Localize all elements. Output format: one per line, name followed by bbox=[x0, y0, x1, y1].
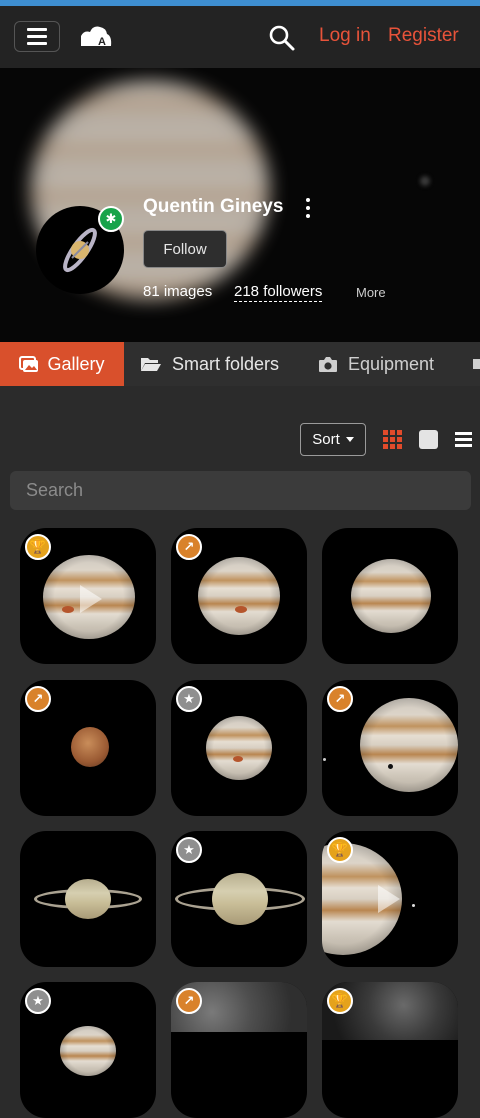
jupiter-image bbox=[351, 559, 431, 633]
top-pick-icon: ↗ bbox=[327, 686, 353, 712]
search-icon[interactable] bbox=[268, 24, 296, 52]
gallery-thumbnail[interactable]: 🏆 bbox=[20, 528, 156, 664]
saturn-image bbox=[65, 879, 111, 919]
mars-image bbox=[71, 727, 109, 767]
trophy-icon: 🏆 bbox=[327, 988, 353, 1014]
gallery-thumbnail[interactable]: ★ bbox=[171, 680, 307, 816]
great-red-spot bbox=[62, 606, 74, 613]
gallery-thumbnail[interactable] bbox=[20, 831, 156, 967]
profile-banner: ✱ Quentin Gineys Follow 81 images 218 fo… bbox=[0, 68, 480, 342]
trophy-icon: 🏆 bbox=[327, 837, 353, 863]
image-icon bbox=[19, 356, 39, 372]
jupiter-image bbox=[60, 1026, 116, 1076]
moon-shadow bbox=[388, 764, 393, 769]
gallery-thumbnail[interactable] bbox=[322, 528, 458, 664]
caret-down-icon bbox=[345, 437, 354, 442]
jupiter-image bbox=[198, 557, 280, 635]
folder-open-icon bbox=[141, 358, 161, 371]
sort-dropdown[interactable]: Sort bbox=[300, 423, 366, 456]
star-icon: ★ bbox=[176, 686, 202, 712]
gallery-search-input[interactable]: Search bbox=[10, 471, 471, 510]
more-link[interactable]: More bbox=[356, 285, 386, 300]
jupiter-image bbox=[206, 716, 272, 780]
large-view-icon[interactable] bbox=[419, 430, 438, 449]
profile-name: Quentin Gineys bbox=[143, 196, 284, 217]
gallery-thumbnail[interactable]: 🏆 bbox=[322, 831, 458, 967]
sort-label: Sort bbox=[312, 431, 340, 448]
list-view-icon[interactable] bbox=[455, 432, 472, 447]
tab-equipment[interactable]: Equipment bbox=[318, 342, 434, 386]
profile-tabs: Gallery Smart folders Equipment bbox=[0, 342, 480, 386]
search-placeholder: Search bbox=[26, 480, 84, 500]
svg-text:A: A bbox=[98, 36, 106, 48]
gallery-thumbnail[interactable]: ↗ bbox=[171, 982, 307, 1118]
jupiter-image bbox=[360, 698, 458, 792]
top-pick-icon: ↗ bbox=[176, 988, 202, 1014]
online-status-badge: ✱ bbox=[98, 206, 124, 232]
gallery-thumbnail[interactable]: ★ bbox=[20, 982, 156, 1118]
gallery-thumbnail[interactable]: ↗ bbox=[171, 528, 307, 664]
tab-equipment-label: Equipment bbox=[348, 353, 435, 374]
moon-dot bbox=[323, 758, 326, 761]
top-pick-icon: ↗ bbox=[25, 686, 51, 712]
gallery-thumbnail[interactable]: 🏆 bbox=[322, 982, 458, 1118]
great-red-spot bbox=[233, 756, 243, 762]
astrobin-logo-icon[interactable]: A bbox=[78, 22, 114, 52]
grid-view-icon[interactable] bbox=[383, 430, 402, 449]
star-icon: ★ bbox=[25, 988, 51, 1014]
play-icon bbox=[378, 885, 400, 913]
register-link[interactable]: Register bbox=[388, 25, 459, 47]
saturn-image bbox=[212, 873, 268, 925]
follow-button[interactable]: Follow bbox=[143, 230, 227, 268]
camera-icon bbox=[319, 356, 337, 372]
gallery-thumbnail[interactable]: ↗ bbox=[20, 680, 156, 816]
trophy-icon: 🏆 bbox=[25, 534, 51, 560]
followers-count[interactable]: 218 followers bbox=[234, 283, 323, 302]
tab-gallery[interactable]: Gallery bbox=[0, 342, 124, 386]
more-options-icon[interactable] bbox=[303, 198, 313, 218]
top-pick-icon: ↗ bbox=[176, 534, 202, 560]
gallery-thumbnail[interactable]: ★ bbox=[171, 831, 307, 967]
banner-moon bbox=[420, 176, 430, 186]
moon-dot bbox=[412, 904, 415, 907]
images-count[interactable]: 81 images bbox=[143, 283, 212, 300]
star-icon: ★ bbox=[176, 837, 202, 863]
play-icon bbox=[80, 585, 102, 613]
great-red-spot bbox=[235, 606, 247, 613]
login-link[interactable]: Log in bbox=[319, 25, 371, 47]
tab-smart-folders-label: Smart folders bbox=[172, 353, 280, 374]
hamburger-icon[interactable] bbox=[14, 21, 60, 52]
navbar: A Log in Register bbox=[0, 6, 480, 68]
tab-gallery-label: Gallery bbox=[47, 353, 105, 374]
tab-overflow-icon[interactable] bbox=[472, 342, 480, 386]
gallery-thumbnail[interactable]: ↗ bbox=[322, 680, 458, 816]
tab-smart-folders[interactable]: Smart folders bbox=[140, 342, 279, 386]
